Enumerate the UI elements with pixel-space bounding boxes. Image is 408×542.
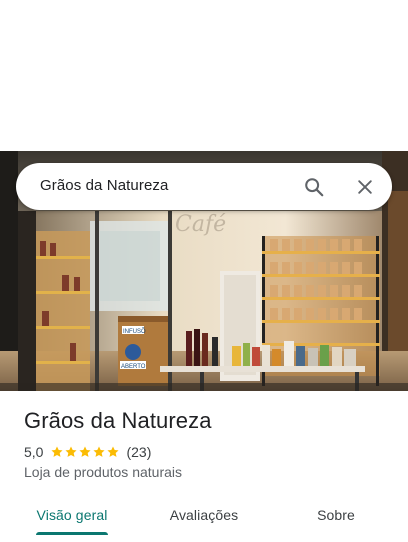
star-icon [78, 445, 92, 459]
place-title: Grãos da Natureza [24, 408, 212, 433]
tab-bar: Visão geral Avaliações Sobre [0, 495, 408, 542]
star-icon [50, 445, 64, 459]
active-tab-indicator [36, 532, 108, 535]
cafe-sign: Café [175, 212, 226, 237]
place-panel: INFUSÕ ABERTO Café Grãos da Natureza Grã… [0, 0, 408, 542]
star-icon [106, 445, 120, 459]
tab-overview[interactable]: Visão geral [24, 495, 120, 535]
tab-reviews[interactable]: Avaliações [156, 495, 252, 535]
search-input[interactable]: Grãos da Natureza [40, 177, 168, 194]
star-icon [92, 445, 106, 459]
search-icon[interactable] [303, 176, 325, 198]
rating-value: 5,0 [24, 444, 44, 460]
close-icon[interactable] [355, 177, 375, 197]
search-bar[interactable]: Grãos da Natureza [16, 163, 392, 210]
door-sign-bottom: ABERTO [121, 364, 146, 370]
tab-about[interactable]: Sobre [288, 495, 384, 535]
door-sign-top: INFUSÕ [123, 328, 146, 335]
star-icon [64, 445, 78, 459]
rating-row: 5,0 (23) [24, 443, 151, 461]
review-count-link[interactable]: (23) [126, 444, 151, 460]
place-category[interactable]: Loja de produtos naturais [24, 464, 182, 480]
star-rating [50, 445, 120, 459]
